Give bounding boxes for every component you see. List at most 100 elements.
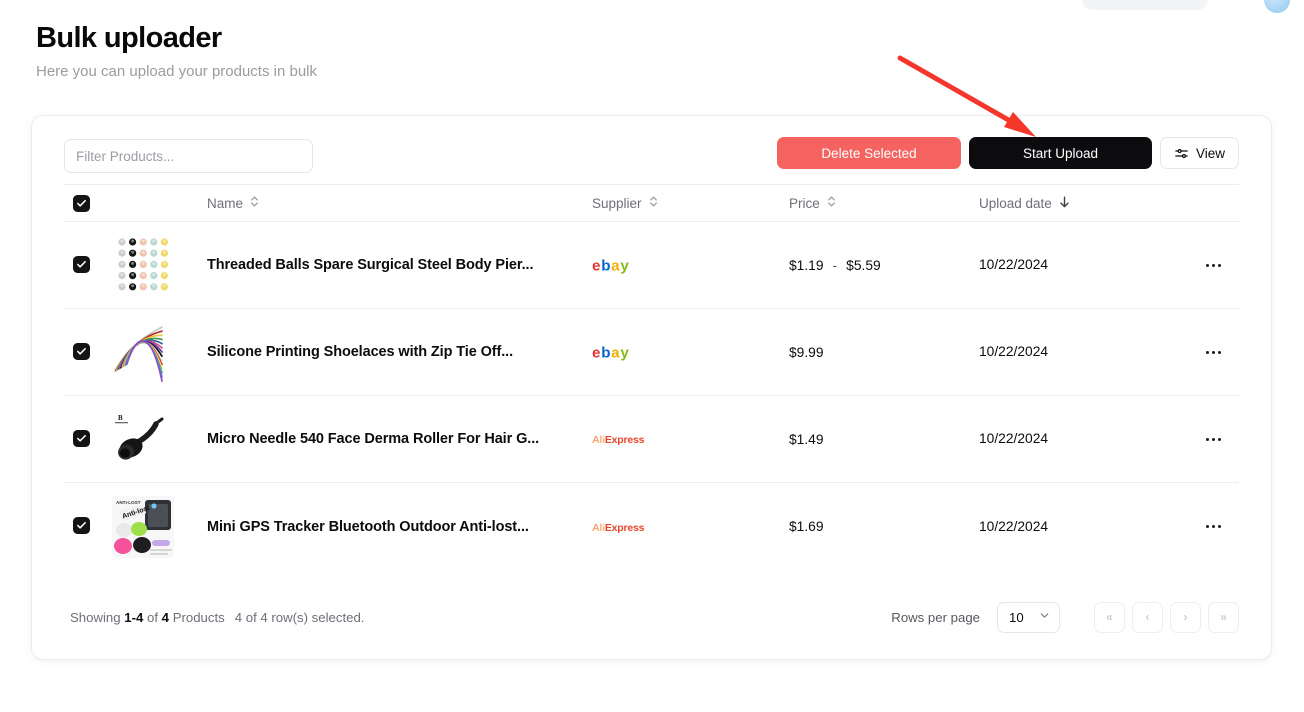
svg-text:B: B	[118, 414, 123, 422]
sort-updown-icon	[826, 195, 837, 211]
table-row[interactable]: B Micro Needle 540 Face Derma Roller For …	[64, 396, 1239, 483]
pagination-area: Rows per page 10 « ‹ › »	[891, 601, 1239, 633]
row-select-cell	[64, 429, 112, 449]
table-row[interactable]: Threaded Balls Spare Surgical Steel Body…	[64, 222, 1239, 309]
price-min: $1.69	[789, 519, 824, 534]
product-price: $1.19- $5.59	[789, 258, 979, 273]
showing-range: 1-4	[124, 609, 144, 625]
product-thumbnail-cell: ANTI-LOST Anti-lost	[112, 495, 207, 558]
toolbar-actions: Delete Selected Start Upload View	[776, 137, 1239, 169]
delete-selected-button[interactable]: Delete Selected	[776, 137, 961, 169]
sliders-icon	[1174, 146, 1189, 161]
table-row[interactable]: Silicone Printing Shoelaces with Zip Tie…	[64, 309, 1239, 396]
products-table: Name Supplier Price Upload date Threaded…	[64, 184, 1239, 570]
showing-suffix: Products	[172, 609, 225, 625]
product-name: Threaded Balls Spare Surgical Steel Body…	[207, 257, 534, 273]
upload-date: 10/22/2024	[979, 518, 1049, 534]
aliexpress-logo: AliExpress	[592, 434, 645, 446]
product-thumbnail-cell	[112, 321, 207, 383]
svg-text:ANTI-LOST: ANTI-LOST	[116, 500, 141, 505]
row-select-cell	[64, 517, 112, 536]
rows-per-page-value: 10	[1009, 609, 1024, 625]
supplier-column-header[interactable]: Supplier	[592, 195, 789, 211]
ebay-logo: ebay	[592, 343, 789, 362]
top-bar-pill	[1082, 0, 1208, 10]
rows-per-page-select[interactable]: 10	[997, 601, 1060, 633]
name-column-label: Name	[207, 195, 244, 211]
page-subtitle: Here you can upload your products in bul…	[36, 63, 318, 80]
product-name: Mini GPS Tracker Bluetooth Outdoor Anti-…	[207, 518, 529, 535]
product-price: $1.49	[789, 432, 979, 447]
svg-text:e: e	[592, 344, 600, 361]
page-title: Bulk uploader	[36, 22, 222, 54]
price-min: $1.19	[789, 257, 824, 273]
name-column-header[interactable]: Name	[207, 195, 592, 211]
product-thumbnail	[112, 321, 174, 383]
table-body: Threaded Balls Spare Surgical Steel Body…	[64, 222, 1239, 570]
row-checkbox[interactable]	[73, 255, 90, 273]
price-min: $9.99	[789, 344, 824, 360]
aliexpress-logo: AliExpress	[592, 521, 645, 534]
price-separator: -	[832, 257, 838, 273]
showing-of: of	[147, 609, 158, 625]
price-max: $5.59	[846, 257, 881, 273]
product-name: Micro Needle 540 Face Derma Roller For H…	[207, 431, 540, 447]
price-min: $1.49	[789, 431, 824, 447]
start-upload-button[interactable]: Start Upload	[968, 137, 1152, 169]
product-thumbnail-cell: B	[112, 408, 207, 470]
row-checkbox[interactable]	[73, 517, 90, 534]
showing-prefix: Showing	[70, 609, 121, 625]
upload-date-column-header[interactable]: Upload date	[979, 195, 1187, 212]
avatar[interactable]	[1264, 0, 1290, 13]
select-all-checkbox[interactable]	[73, 194, 90, 212]
view-options-button[interactable]: View	[1159, 137, 1239, 169]
sort-updown-icon	[249, 195, 260, 211]
filter-products-input[interactable]	[64, 139, 313, 173]
table-footer: Showing 1-4 of 4 Products 4 of 4 row(s) …	[70, 601, 1239, 633]
last-page-button[interactable]: »	[1208, 601, 1239, 633]
supplier-cell: ebay	[592, 343, 789, 362]
rows-per-page-label: Rows per page	[891, 609, 980, 625]
row-actions-menu-button[interactable]	[1202, 432, 1225, 447]
row-actions-menu-button[interactable]	[1202, 345, 1225, 360]
ebay-logo: ebay	[592, 256, 789, 275]
upload-date: 10/22/2024	[979, 431, 1049, 446]
page-root: Bulk uploader Here you can upload your p…	[0, 0, 1304, 712]
svg-text:y: y	[620, 257, 629, 274]
price-column-header[interactable]: Price	[789, 195, 979, 211]
page-heading: Bulk uploader Here you can upload your p…	[36, 20, 317, 82]
svg-text:a: a	[611, 257, 620, 274]
upload-date: 10/22/2024	[979, 344, 1049, 359]
next-page-button[interactable]: ›	[1170, 601, 1201, 633]
row-checkbox[interactable]	[73, 429, 90, 447]
supplier-column-label: Supplier	[592, 195, 642, 211]
product-price: $1.69	[789, 519, 979, 534]
table-header-row: Name Supplier Price Upload date	[64, 184, 1239, 222]
view-options-label: View	[1195, 145, 1225, 161]
supplier-cell: ebay	[592, 256, 789, 275]
select-all-cell	[64, 194, 112, 212]
table-toolbar: Delete Selected Start Upload View	[64, 137, 1239, 173]
showing-total: 4	[161, 609, 170, 625]
price-column-label: Price	[789, 195, 820, 211]
product-thumbnail: B	[112, 408, 174, 470]
showing-summary: Showing 1-4 of 4 Products	[70, 610, 225, 625]
product-name: Silicone Printing Shoelaces with Zip Tie…	[207, 344, 514, 360]
product-thumbnail: ANTI-LOST Anti-lost	[112, 495, 174, 558]
supplier-cell: AliExpress	[592, 518, 789, 536]
first-page-button[interactable]: «	[1094, 601, 1125, 633]
product-thumbnail	[112, 234, 174, 296]
row-checkbox[interactable]	[73, 342, 90, 360]
sort-descending-icon	[1058, 195, 1071, 212]
rows-selected-text: 4 of 4 row(s) selected.	[234, 609, 365, 625]
previous-page-button[interactable]: ‹	[1132, 601, 1163, 633]
product-thumbnail-cell	[112, 234, 207, 296]
supplier-cell: AliExpress	[592, 430, 789, 448]
svg-text:e: e	[592, 257, 600, 274]
product-price: $9.99	[789, 345, 979, 360]
upload-date: 10/22/2024	[979, 257, 1049, 272]
row-actions-menu-button[interactable]	[1202, 519, 1225, 534]
table-row[interactable]: ANTI-LOST Anti-lost Mini GPS Tracker Bluet…	[64, 483, 1239, 570]
row-actions-menu-button[interactable]	[1202, 258, 1225, 273]
sort-updown-icon	[648, 195, 659, 211]
